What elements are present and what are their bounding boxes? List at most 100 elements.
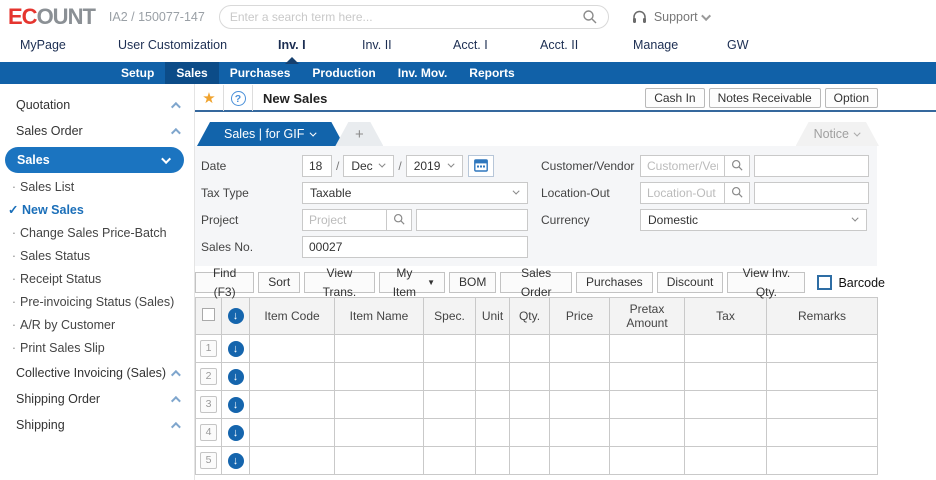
barcode-checkbox[interactable] [817, 275, 832, 290]
item-code-cell[interactable] [250, 447, 335, 475]
tax-cell[interactable] [685, 419, 767, 447]
row-expand-icon[interactable]: ↓ [228, 425, 244, 441]
sidebar-item-pre-invoicing-status[interactable]: ·Pre-invoicing Status (Sales) [0, 291, 194, 314]
unit-cell[interactable] [476, 335, 510, 363]
menu-purchases[interactable]: Purchases [219, 62, 302, 84]
qty-cell[interactable] [510, 363, 550, 391]
pretax-amount-cell[interactable] [610, 391, 685, 419]
view-trans-button[interactable]: View Trans. [304, 272, 374, 293]
customer-code-input[interactable] [640, 155, 725, 177]
spec-cell[interactable] [424, 419, 476, 447]
date-month-select[interactable]: Dec [343, 155, 394, 177]
tax-type-select[interactable]: Taxable [302, 182, 528, 204]
price-cell[interactable] [550, 419, 610, 447]
search-input[interactable] [230, 10, 582, 24]
nav-acct-1[interactable]: Acct. I [453, 38, 488, 52]
customer-search-button[interactable] [725, 155, 750, 177]
nav-acct-2[interactable]: Acct. II [540, 38, 578, 52]
remarks-cell[interactable] [767, 447, 878, 475]
sidebar-item-print-sales-slip[interactable]: ·Print Sales Slip [0, 337, 194, 360]
pretax-amount-cell[interactable] [610, 335, 685, 363]
nav-user-customization[interactable]: User Customization [118, 38, 227, 52]
row-number-button[interactable]: 5 [200, 452, 217, 469]
sidebar-item-ar-by-customer[interactable]: ·A/R by Customer [0, 314, 194, 337]
item-code-cell[interactable] [250, 363, 335, 391]
sidebar-item-sales-order[interactable]: Sales Order [0, 118, 194, 144]
sidebar-item-receipt-status[interactable]: ·Receipt Status [0, 268, 194, 291]
tax-cell[interactable] [685, 363, 767, 391]
spec-cell[interactable] [424, 363, 476, 391]
sidebar-item-change-sales-price-batch[interactable]: ·Change Sales Price-Batch [0, 222, 194, 245]
spec-cell[interactable] [424, 447, 476, 475]
spec-cell[interactable] [424, 391, 476, 419]
row-expand-icon[interactable]: ↓ [228, 397, 244, 413]
row-number-button[interactable]: 4 [200, 424, 217, 441]
price-cell[interactable] [550, 363, 610, 391]
sidebar-item-collective-invoicing[interactable]: Collective Invoicing (Sales) [0, 360, 194, 386]
item-name-cell[interactable] [335, 335, 424, 363]
menu-inv-mov[interactable]: Inv. Mov. [387, 62, 459, 84]
sidebar-item-shipping[interactable]: Shipping [0, 412, 194, 438]
cash-in-button[interactable]: Cash In [645, 88, 704, 108]
sidebar-item-shipping-order[interactable]: Shipping Order [0, 386, 194, 412]
sidebar-item-sales-list[interactable]: ·Sales List [0, 176, 194, 199]
customer-name-input[interactable] [754, 155, 869, 177]
row-expand-icon[interactable]: ↓ [228, 453, 244, 469]
spec-cell[interactable] [424, 335, 476, 363]
bom-button[interactable]: BOM [449, 272, 496, 293]
tax-cell[interactable] [685, 447, 767, 475]
nav-gw[interactable]: GW [727, 38, 749, 52]
my-item-button[interactable]: My Item ▼ [379, 272, 445, 293]
row-number-button[interactable]: 2 [200, 368, 217, 385]
sidebar-item-quotation[interactable]: Quotation [0, 92, 194, 118]
location-name-input[interactable] [754, 182, 869, 204]
date-day-input[interactable] [302, 155, 332, 177]
qty-cell[interactable] [510, 391, 550, 419]
project-code-input[interactable] [302, 209, 387, 231]
pretax-amount-cell[interactable] [610, 447, 685, 475]
remarks-cell[interactable] [767, 363, 878, 391]
qty-cell[interactable] [510, 447, 550, 475]
find-button[interactable]: Find (F3) [195, 272, 254, 293]
qty-cell[interactable] [510, 335, 550, 363]
price-cell[interactable] [550, 447, 610, 475]
tab-sales-for-gif[interactable]: Sales | for GIF [197, 122, 344, 146]
nav-inv-2[interactable]: Inv. II [362, 38, 392, 52]
item-name-cell[interactable] [335, 363, 424, 391]
calendar-button[interactable] [468, 155, 494, 177]
row-number-button[interactable]: 3 [200, 396, 217, 413]
global-search[interactable] [219, 5, 609, 29]
unit-cell[interactable] [476, 419, 510, 447]
nav-mypage[interactable]: MyPage [20, 38, 66, 52]
help-button[interactable]: ? [224, 85, 253, 111]
unit-cell[interactable] [476, 391, 510, 419]
row-number-button[interactable]: 1 [200, 340, 217, 357]
project-name-input[interactable] [416, 209, 528, 231]
unit-cell[interactable] [476, 447, 510, 475]
currency-select[interactable]: Domestic [640, 209, 867, 231]
option-button[interactable]: Option [825, 88, 878, 108]
notice-tab[interactable]: Notice [796, 122, 879, 146]
item-name-cell[interactable] [335, 447, 424, 475]
ecount-logo[interactable]: ECOUNT [8, 4, 95, 30]
qty-cell[interactable] [510, 419, 550, 447]
menu-production[interactable]: Production [301, 62, 386, 84]
view-inv-qty-button[interactable]: View Inv. Qty. [727, 272, 805, 293]
sales-no-input[interactable] [302, 236, 528, 258]
location-code-input[interactable] [640, 182, 725, 204]
price-cell[interactable] [550, 335, 610, 363]
sidebar-item-sales[interactable]: Sales [5, 147, 184, 173]
sidebar-item-sales-status[interactable]: ·Sales Status [0, 245, 194, 268]
favorite-button[interactable]: ★ [195, 85, 224, 111]
menu-sales[interactable]: Sales [165, 62, 218, 84]
purchases-button[interactable]: Purchases [576, 272, 653, 293]
price-cell[interactable] [550, 391, 610, 419]
project-search-button[interactable] [387, 209, 412, 231]
pretax-amount-cell[interactable] [610, 363, 685, 391]
item-code-cell[interactable] [250, 335, 335, 363]
support-menu[interactable]: Support [631, 9, 711, 25]
remarks-cell[interactable] [767, 391, 878, 419]
search-icon[interactable] [582, 9, 598, 25]
pretax-amount-cell[interactable] [610, 419, 685, 447]
sort-button[interactable]: Sort [258, 272, 300, 293]
